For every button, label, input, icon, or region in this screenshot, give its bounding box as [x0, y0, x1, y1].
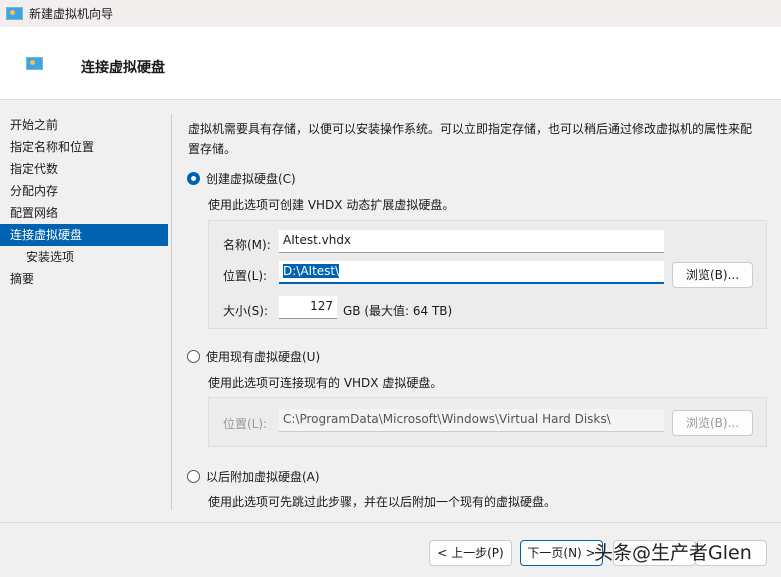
radio-label: 以后附加虚拟硬盘(A) [206, 470, 320, 484]
step-memory[interactable]: 分配内存 [0, 180, 168, 202]
existing-location-input[interactable]: C:\ProgramData\Microsoft\Windows\Virtual… [279, 409, 664, 432]
step-connect-vhd[interactable]: 连接虚拟硬盘 [0, 224, 168, 246]
prev-button[interactable]: < 上一步(P) [429, 540, 512, 566]
radio-existing-vhd[interactable]: 使用现有虚拟硬盘(U) [187, 348, 320, 365]
existing-browse-button[interactable]: 浏览(B)... [672, 410, 753, 436]
later-desc: 使用此选项可先跳过此步骤，并在以后附加一个现有的虚拟硬盘。 [208, 495, 557, 509]
radio-label: 使用现有虚拟硬盘(U) [206, 350, 321, 364]
intro-line-1: 虚拟机需要具有存储，以便可以安装操作系统。可以立即指定存储，也可以稍后通过修改虚… [188, 122, 753, 136]
title-bar: 新建虚拟机向导 [0, 0, 781, 27]
vm-icon [26, 57, 43, 70]
radio-attach-later[interactable]: 以后附加虚拟硬盘(A) [187, 468, 320, 485]
existing-location-label: 位置(L): [223, 417, 268, 431]
intro-text: 虚拟机需要具有存储，以便可以安装操作系统。可以立即指定存储，也可以稍后通过修改虚… [188, 120, 752, 157]
size-input[interactable]: 127 [279, 296, 337, 319]
step-generation[interactable]: 指定代数 [0, 158, 168, 180]
radio-unselected-icon [187, 470, 200, 483]
name-label: 名称(M): [223, 238, 271, 252]
step-network[interactable]: 配置网络 [0, 202, 168, 224]
radio-selected-icon [187, 172, 200, 185]
footer-divider [0, 522, 781, 523]
existing-desc: 使用此选项可连接现有的 VHDX 虚拟硬盘。 [208, 376, 443, 390]
browse-button[interactable]: 浏览(B)... [672, 262, 753, 288]
location-label: 位置(L): [223, 269, 268, 283]
step-summary[interactable]: 摘要 [0, 268, 168, 290]
window-title: 新建虚拟机向导 [29, 7, 114, 21]
step-before-you-begin[interactable]: 开始之前 [0, 114, 168, 136]
intro-line-2: 置存储。 [188, 142, 237, 156]
step-name-location[interactable]: 指定名称和位置 [0, 136, 168, 158]
watermark: 头条@生产者Glen [594, 542, 752, 564]
existing-group: 位置(L): C:\ProgramData\Microsoft\Windows\… [208, 397, 767, 447]
wizard-steps: 开始之前 指定名称和位置 指定代数 分配内存 配置网络 连接虚拟硬盘 安装选项 … [0, 114, 168, 290]
radio-create-vhd[interactable]: 创建虚拟硬盘(C) [187, 170, 296, 187]
page-title: 连接虚拟硬盘 [81, 60, 165, 76]
vm-icon [6, 7, 23, 20]
divider [171, 114, 172, 510]
location-input[interactable]: D:\AItest\ [279, 261, 664, 284]
next-button[interactable]: 下一页(N) > [520, 540, 603, 566]
location-value: D:\AItest\ [283, 264, 340, 278]
radio-unselected-icon [187, 350, 200, 363]
size-unit: GB (最大值: 64 TB) [343, 304, 453, 318]
page-header: 连接虚拟硬盘 [0, 27, 781, 100]
radio-label: 创建虚拟硬盘(C) [206, 172, 296, 186]
create-desc: 使用此选项可创建 VHDX 动态扩展虚拟硬盘。 [208, 198, 455, 212]
size-label: 大小(S): [223, 304, 269, 318]
create-group: 名称(M): AItest.vhdx 位置(L): D:\AItest\ 浏览(… [208, 220, 767, 329]
name-input[interactable]: AItest.vhdx [279, 230, 664, 253]
step-install-options[interactable]: 安装选项 [0, 246, 168, 268]
